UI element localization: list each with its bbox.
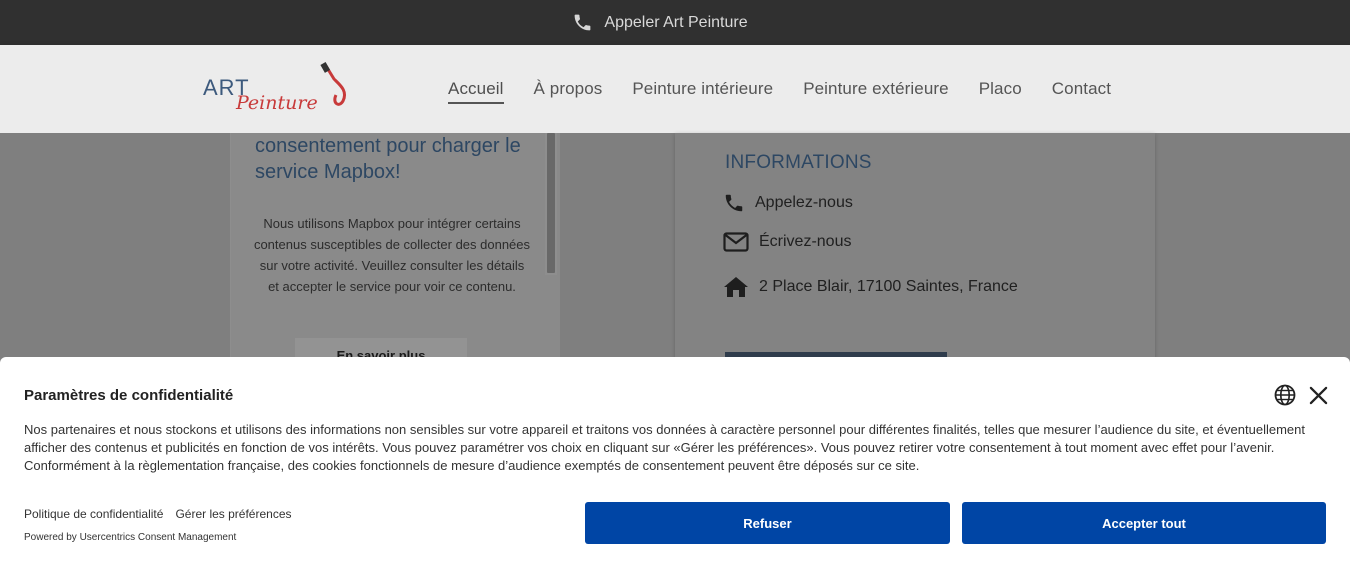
logo-graphic: ART Peinture: [203, 62, 347, 114]
main-nav: Accueil À propos Peinture intérieure Pei…: [448, 79, 1111, 104]
refuse-button[interactable]: Refuser: [585, 502, 950, 544]
topbar: Appeler Art Peinture: [0, 0, 1350, 45]
consent-dialog: Paramètres de confidentialité Nos parten…: [0, 357, 1350, 568]
call-label: Appeler Art Peinture: [604, 13, 748, 31]
nav-item-contact[interactable]: Contact: [1052, 79, 1111, 104]
nav-item-placo[interactable]: Placo: [979, 79, 1022, 104]
map-consent-description: Nous utilisons Mapbox pour intégrer cert…: [253, 216, 531, 294]
nav-item-accueil[interactable]: Accueil: [448, 79, 504, 104]
powered-by-text: Powered by Usercentrics Consent Manageme…: [24, 532, 237, 543]
email-label: Écrivez-nous: [759, 233, 852, 250]
phone-icon: [723, 192, 745, 214]
consent-text: Nos partenaires et nous stockons et util…: [24, 422, 1305, 473]
site-logo[interactable]: ART Peinture: [200, 61, 355, 116]
home-icon: [723, 276, 749, 298]
accept-all-button[interactable]: Accepter tout: [962, 502, 1326, 544]
scrollbar-thumb[interactable]: [547, 133, 555, 273]
info-card: INFORMATIONS Appelez-nous Écrivez-nous 2…: [675, 133, 1155, 373]
phone-row[interactable]: Appelez-nous: [723, 192, 853, 214]
privacy-policy-link[interactable]: Politique de confidentialité: [24, 507, 163, 521]
envelope-icon: [723, 231, 749, 253]
address-row: 2 Place Blair, 17100 Saintes, France: [723, 276, 1018, 298]
nav-item-peinture-exterieure[interactable]: Peinture extérieure: [803, 79, 949, 104]
phone-icon: [572, 12, 593, 33]
phone-label: Appelez-nous: [755, 194, 853, 211]
consent-dialog-controls: [1274, 384, 1328, 411]
map-consent-title: consentement pour charger le service Map…: [255, 135, 521, 183]
call-link[interactable]: Appeler Art Peinture: [572, 12, 748, 33]
consent-title: Paramètres de confidentialité: [24, 387, 234, 404]
consent-links: Politique de confidentialité Gérer les p…: [24, 507, 292, 521]
email-row[interactable]: Écrivez-nous: [723, 231, 851, 253]
nav-item-peinture-interieure[interactable]: Peinture intérieure: [632, 79, 773, 104]
close-icon[interactable]: [1309, 386, 1328, 410]
map-consent-card: consentement pour charger le service Map…: [230, 133, 560, 374]
manage-preferences-link[interactable]: Gérer les préférences: [175, 507, 291, 521]
nav-item-a-propos[interactable]: À propos: [534, 79, 603, 104]
globe-icon[interactable]: [1274, 384, 1296, 411]
site-header: ART Peinture Accueil À propos Peinture i…: [0, 45, 1350, 133]
info-heading: INFORMATIONS: [725, 152, 872, 173]
address-text: 2 Place Blair, 17100 Saintes, France: [759, 278, 1018, 295]
svg-text:Peinture: Peinture: [235, 92, 318, 114]
map-card-scrollbar[interactable]: [545, 133, 557, 275]
